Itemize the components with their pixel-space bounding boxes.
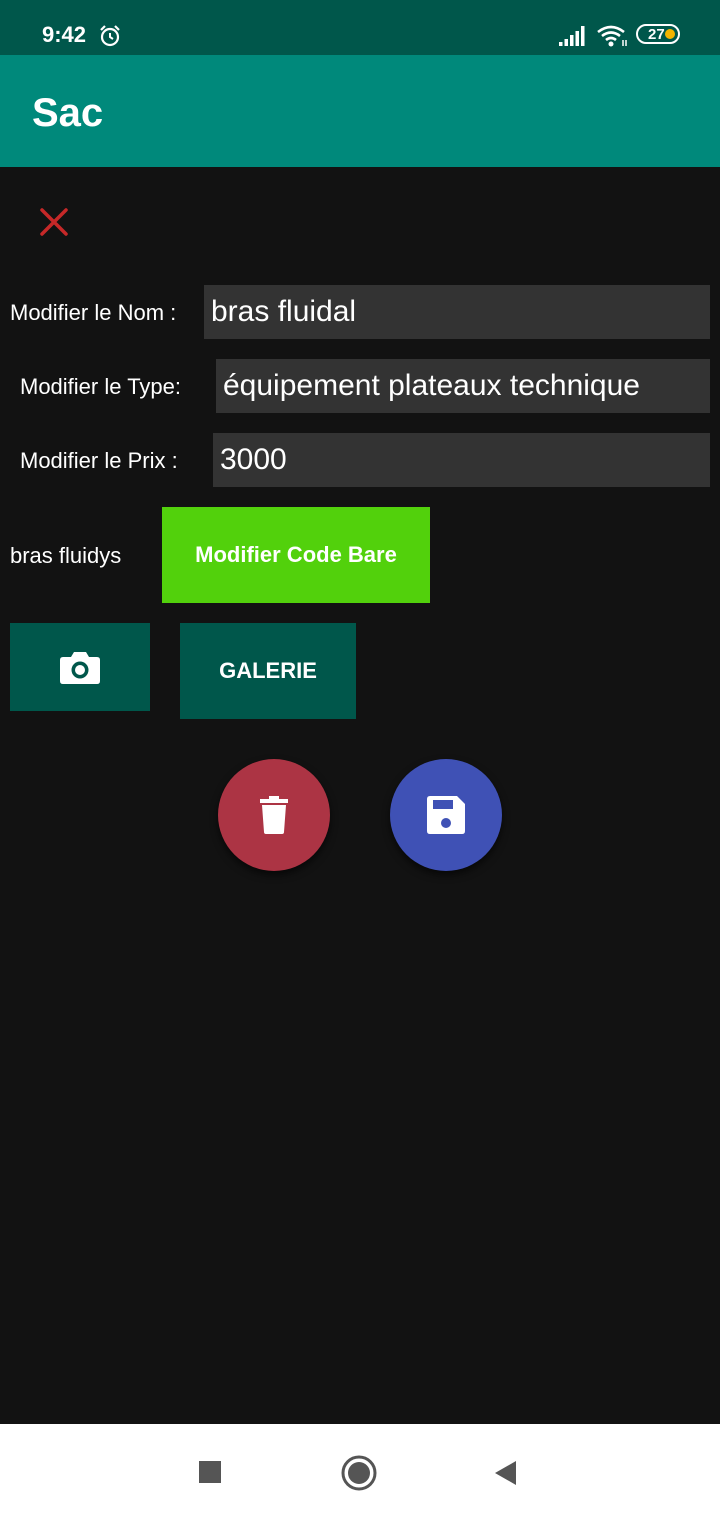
camera-icon — [60, 652, 100, 684]
battery-level: 27 — [648, 26, 665, 43]
price-field[interactable]: 3000 — [213, 433, 710, 487]
name-field[interactable]: bras fluidal — [204, 285, 710, 339]
edit-barcode-button[interactable]: Modifier Code Bare — [162, 507, 430, 603]
gallery-button[interactable]: GALERIE — [180, 623, 356, 719]
page-title: Sac — [32, 91, 104, 135]
back-icon[interactable] — [494, 1460, 518, 1486]
wifi-icon — [597, 25, 627, 47]
gallery-label: GALERIE — [219, 658, 317, 683]
status-time: 9:42 — [42, 22, 87, 47]
price-label: Modifier le Prix : — [20, 448, 178, 473]
save-button[interactable] — [390, 759, 502, 871]
battery-charge-dot — [665, 29, 675, 39]
trash-icon — [260, 796, 288, 834]
type-field[interactable]: équipement plateaux technique — [216, 359, 710, 413]
home-icon[interactable] — [340, 1454, 378, 1492]
battery-icon: 27 — [636, 24, 680, 44]
alarm-icon — [100, 25, 120, 47]
name-label: Modifier le Nom : — [10, 300, 177, 325]
delete-button[interactable] — [218, 759, 330, 871]
type-label: Modifier le Type: — [20, 374, 182, 399]
status-bar: 9:42 27 — [0, 0, 720, 55]
navigation-bar — [0, 1424, 720, 1520]
edit-barcode-label: Modifier Code Bare — [195, 542, 397, 567]
camera-button[interactable] — [10, 623, 150, 711]
close-icon[interactable] — [34, 202, 74, 242]
recents-icon[interactable] — [198, 1460, 222, 1484]
save-icon — [427, 796, 465, 834]
signal-icon — [559, 26, 585, 46]
barcode-value: bras fluidys — [10, 543, 122, 568]
app-bar: Sac — [0, 55, 720, 167]
